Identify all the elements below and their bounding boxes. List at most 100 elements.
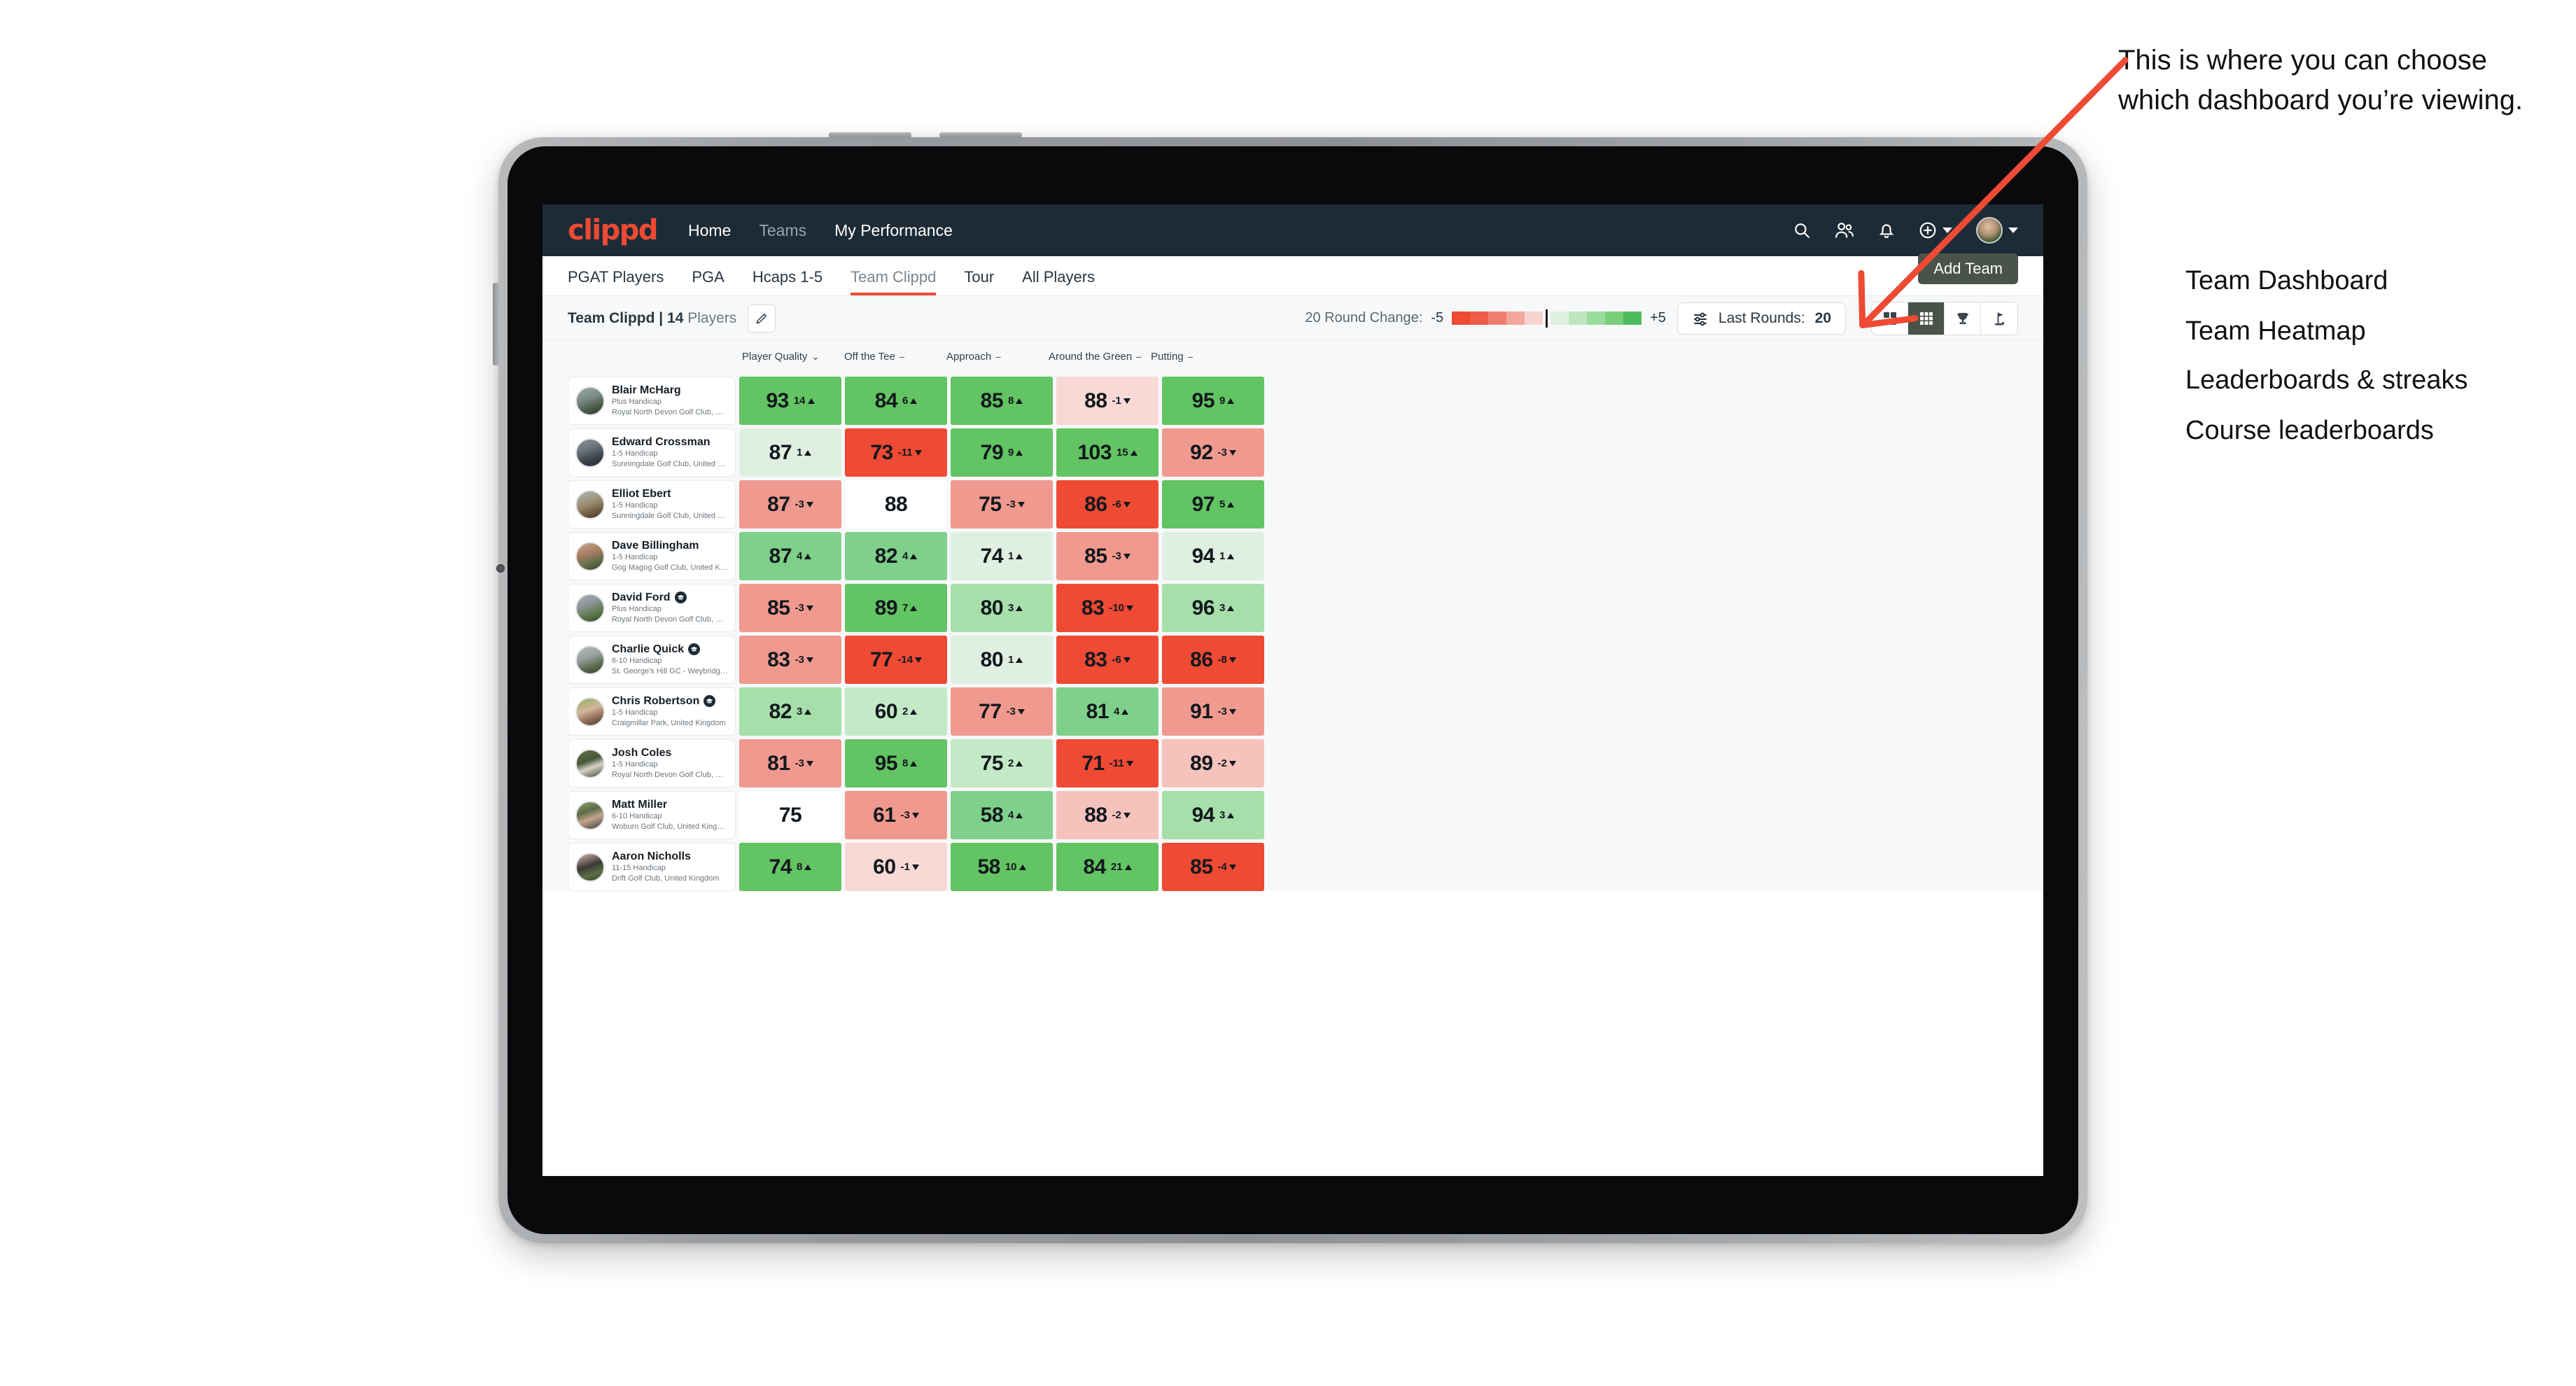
- stat-cell-player-quality[interactable]: 87 4: [739, 532, 841, 580]
- leaderboards-view-button[interactable]: [1945, 302, 1981, 335]
- stat-cell-approach[interactable]: 80 1: [951, 636, 1053, 684]
- tab-hcaps-1-5[interactable]: Hcaps 1-5: [752, 268, 822, 295]
- stat-cell-around-the-green[interactable]: 83 -10: [1056, 584, 1158, 632]
- nav-link-teams[interactable]: Teams: [759, 221, 806, 240]
- stat-cell-player-quality[interactable]: 83 -3: [739, 636, 841, 684]
- column-header-around-the-green[interactable]: Around the Green –: [1046, 351, 1148, 363]
- stat-cell-player-quality[interactable]: 87 -3: [739, 480, 841, 528]
- bell-icon[interactable]: [1878, 221, 1895, 239]
- stat-cell-around-the-green[interactable]: 86 -6: [1056, 480, 1158, 528]
- stat-cell-around-the-green[interactable]: 81 4: [1056, 687, 1158, 736]
- column-header-putting[interactable]: Putting –: [1148, 351, 1250, 363]
- stat-cell-off-the-tee[interactable]: 89 7: [845, 584, 947, 632]
- stat-cell-putting[interactable]: 89 -2: [1162, 739, 1264, 788]
- last-rounds-button[interactable]: Last Rounds: 20: [1676, 302, 1846, 335]
- course-leaderboards-view-button[interactable]: [1981, 302, 2017, 335]
- stat-cell-putting[interactable]: 97 5: [1162, 480, 1264, 528]
- power-button[interactable]: [493, 283, 499, 365]
- stat-cell-approach[interactable]: 85 8: [951, 377, 1053, 425]
- stat-cell-off-the-tee[interactable]: 77 -14: [845, 636, 947, 684]
- stat-cell-player-quality[interactable]: 81 -3: [739, 739, 841, 788]
- stat-cell-off-the-tee[interactable]: 73 -11: [845, 428, 947, 477]
- stat-cell-approach[interactable]: 58 10: [951, 843, 1053, 891]
- primary-nav: Home Teams My Performance: [688, 221, 953, 240]
- stat-cell-player-quality[interactable]: 74 8: [739, 843, 841, 891]
- player-card[interactable]: Aaron Nicholls 11-15 Handicap Drift Golf C…: [568, 843, 736, 891]
- stat-cell-around-the-green[interactable]: 85 -3: [1056, 532, 1158, 580]
- stat-cell-putting[interactable]: 95 9: [1162, 377, 1264, 425]
- stat-cell-putting[interactable]: 86 -8: [1162, 636, 1264, 684]
- tab-team-clippd[interactable]: Team Clippd: [850, 268, 937, 295]
- chevron-down-icon[interactable]: [1942, 227, 1952, 233]
- stat-cell-player-quality[interactable]: 82 3: [739, 687, 841, 736]
- stat-cell-around-the-green[interactable]: 84 21: [1056, 843, 1158, 891]
- team-dashboard-view-button[interactable]: [1872, 302, 1908, 335]
- column-header-approach[interactable]: Approach –: [944, 351, 1046, 363]
- people-icon[interactable]: [1835, 221, 1854, 239]
- stat-cell-approach[interactable]: 74 1: [951, 532, 1053, 580]
- stat-cell-putting[interactable]: 85 -4: [1162, 843, 1264, 891]
- player-card[interactable]: Edward Crossman 1-5 Handicap Sunningdale G…: [568, 428, 736, 477]
- stat-cell-off-the-tee[interactable]: 88: [845, 480, 947, 528]
- stat-cell-putting[interactable]: 94 3: [1162, 791, 1264, 839]
- clippd-logo[interactable]: clippd: [568, 214, 659, 246]
- stat-cell-off-the-tee[interactable]: 95 8: [845, 739, 947, 788]
- player-card[interactable]: Josh Coles 1-5 Handicap Royal North Devon …: [568, 739, 736, 788]
- stat-cell-player-quality[interactable]: 93 14: [739, 377, 841, 425]
- stat-cell-around-the-green[interactable]: 83 -6: [1056, 636, 1158, 684]
- tab-tour[interactable]: Tour: [964, 268, 994, 295]
- player-name: Aaron Nicholls: [612, 850, 691, 862]
- stat-cell-around-the-green[interactable]: 103 15: [1056, 428, 1158, 477]
- avatar[interactable]: [1976, 217, 2018, 244]
- stat-cell-off-the-tee[interactable]: 82 4: [845, 532, 947, 580]
- stat-cell-player-quality[interactable]: 87 1: [739, 428, 841, 477]
- plus-circle-icon[interactable]: [1919, 221, 1952, 239]
- stat-cell-off-the-tee[interactable]: 84 6: [845, 377, 947, 425]
- stat-cell-putting[interactable]: 94 1: [1162, 532, 1264, 580]
- chevron-down-icon[interactable]: [2008, 227, 2018, 233]
- column-header-off-the-tee[interactable]: Off the Tee –: [841, 351, 944, 363]
- player-info: Charlie Quick 6-10 Handicap St. George's H…: [612, 643, 728, 677]
- tab-all-players[interactable]: All Players: [1022, 268, 1095, 295]
- stat-cell-around-the-green[interactable]: 88 -2: [1056, 791, 1158, 839]
- add-team-button[interactable]: Add Team: [1918, 253, 2018, 284]
- stat-cell-off-the-tee[interactable]: 61 -3: [845, 791, 947, 839]
- tab-pga[interactable]: PGA: [692, 268, 724, 295]
- player-card[interactable]: Blair McHarg Plus Handicap Royal North Dev…: [568, 377, 736, 425]
- stat-cell-off-the-tee[interactable]: 60 -1: [845, 843, 947, 891]
- stat-cell-approach[interactable]: 79 9: [951, 428, 1053, 477]
- stat-value: 61: [873, 803, 896, 827]
- tab-pgat-players[interactable]: PGAT Players: [568, 268, 664, 295]
- volume-down-button[interactable]: [939, 132, 1022, 138]
- player-card[interactable]: Elliot Ebert 1-5 Handicap Sunningdale Golf…: [568, 480, 736, 528]
- stat-cell-around-the-green[interactable]: 88 -1: [1056, 377, 1158, 425]
- stat-cell-approach[interactable]: 80 3: [951, 584, 1053, 632]
- nav-link-my-performance[interactable]: My Performance: [834, 221, 953, 240]
- stat-cell-approach[interactable]: 77 -3: [951, 687, 1053, 736]
- nav-link-home[interactable]: Home: [688, 221, 731, 240]
- player-club: St. George's Hill GC - Weybridge - Surre…: [612, 666, 728, 676]
- tablet-device: clippd Home Teams My Performance PGAT Pl…: [493, 132, 2087, 1243]
- stat-delta: 6: [902, 395, 918, 407]
- edit-team-button[interactable]: [748, 304, 776, 332]
- stat-cell-putting[interactable]: 92 -3: [1162, 428, 1264, 477]
- stat-cell-approach[interactable]: 58 4: [951, 791, 1053, 839]
- triangle-down-icon: [806, 501, 813, 507]
- search-icon[interactable]: [1793, 221, 1811, 239]
- player-card[interactable]: David Ford Plus Handicap Royal North Devon…: [568, 584, 736, 632]
- player-card[interactable]: Charlie Quick 6-10 Handicap St. George's H…: [568, 636, 736, 684]
- player-card[interactable]: Chris Robertson 1-5 Handicap Craigmillar P…: [568, 687, 736, 736]
- stat-cell-player-quality[interactable]: 85 -3: [739, 584, 841, 632]
- stat-cell-around-the-green[interactable]: 71 -11: [1056, 739, 1158, 788]
- stat-cell-approach[interactable]: 75 2: [951, 739, 1053, 788]
- volume-up-button[interactable]: [829, 132, 911, 138]
- stat-cell-approach[interactable]: 75 -3: [951, 480, 1053, 528]
- team-heatmap-view-button[interactable]: [1908, 302, 1945, 335]
- stat-cell-putting[interactable]: 96 3: [1162, 584, 1264, 632]
- column-header-player-quality[interactable]: Player Quality ⌄: [739, 351, 841, 363]
- stat-cell-player-quality[interactable]: 75: [739, 791, 841, 839]
- player-card[interactable]: Dave Billingham 1-5 Handicap Gog Magog Gol…: [568, 532, 736, 580]
- stat-cell-off-the-tee[interactable]: 60 2: [845, 687, 947, 736]
- player-card[interactable]: Matt Miller 6-10 Handicap Woburn Golf Club…: [568, 791, 736, 839]
- stat-cell-putting[interactable]: 91 -3: [1162, 687, 1264, 736]
